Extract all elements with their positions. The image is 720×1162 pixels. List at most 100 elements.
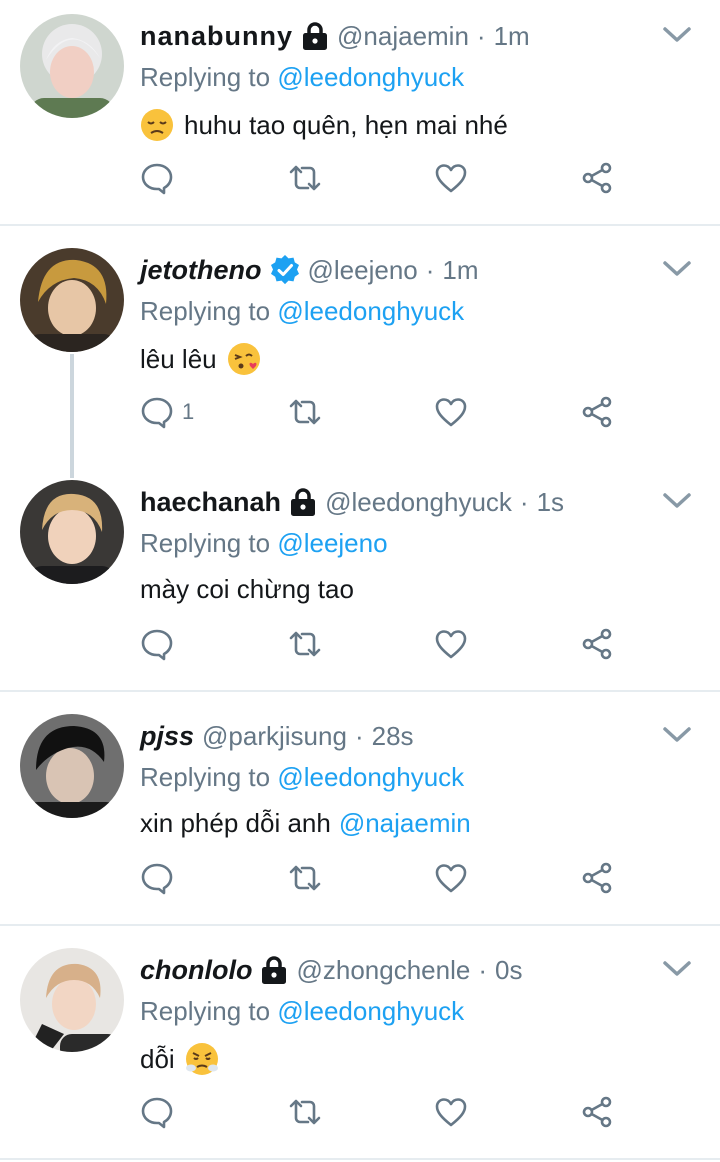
share-icon: [582, 396, 612, 428]
tweet-text-content: dỗi: [140, 1043, 175, 1074]
tweet[interactable]: nanabunny @najaemin · 1m Replying to @le…: [0, 0, 720, 224]
heart-icon: [435, 630, 467, 659]
avatar[interactable]: [20, 480, 124, 584]
user-handle[interactable]: @zhongchenle: [296, 955, 470, 986]
share-icon: [582, 1096, 612, 1128]
chevron-down-icon[interactable]: [662, 958, 692, 980]
separator-dot: ·: [354, 720, 364, 751]
display-name[interactable]: jetotheno: [140, 255, 262, 286]
chevron-down-icon[interactable]: [662, 24, 692, 46]
user-handle[interactable]: @parkjisung: [202, 721, 347, 752]
replying-to: Replying to @leedonghyuck: [140, 762, 464, 793]
divider: [0, 690, 720, 692]
avatar[interactable]: [20, 948, 124, 1052]
reply-icon: [141, 1097, 173, 1129]
timestamp[interactable]: 1m: [442, 255, 478, 286]
reply-mention[interactable]: @leejeno: [277, 528, 387, 558]
like-button[interactable]: [434, 392, 468, 432]
pensive-face-emoji: [140, 108, 174, 142]
retweet-button[interactable]: [288, 392, 322, 432]
divider: [0, 1158, 720, 1160]
display-name[interactable]: pjss: [140, 721, 194, 752]
tweet[interactable]: haechanah @leedonghyuck · 1s Replying to…: [0, 466, 720, 690]
tweet-text: huhu tao quên, hẹn mai nhé: [140, 108, 508, 142]
reply-button[interactable]: [140, 858, 182, 898]
tweet-header: chonlolo @zhongchenle · 0s: [140, 950, 522, 990]
avatar[interactable]: [20, 248, 124, 352]
replying-to: Replying to @leejeno: [140, 528, 388, 559]
retweet-icon: [289, 399, 321, 425]
separator-dot: ·: [425, 254, 435, 285]
replying-label: Replying to: [140, 762, 271, 792]
retweet-icon: [289, 1099, 321, 1125]
chevron-down-icon[interactable]: [662, 490, 692, 512]
replying-to: Replying to @leedonghyuck: [140, 62, 464, 93]
action-bar: 1: [140, 392, 640, 432]
share-button[interactable]: [580, 624, 614, 664]
user-handle[interactable]: @leejeno: [308, 255, 418, 286]
action-bar: [140, 624, 640, 664]
reply-mention[interactable]: @leedonghyuck: [277, 762, 464, 792]
reply-icon: [141, 397, 173, 429]
action-bar: [140, 858, 640, 898]
like-button[interactable]: [434, 158, 468, 198]
like-button[interactable]: [434, 858, 468, 898]
avatar[interactable]: [20, 14, 124, 118]
retweet-icon: [289, 865, 321, 891]
thread-line: [70, 354, 74, 478]
tweet-header: haechanah @leedonghyuck · 1s: [140, 482, 564, 522]
reply-count: 1: [182, 399, 195, 424]
retweet-button[interactable]: [288, 1092, 322, 1132]
share-button[interactable]: [580, 158, 614, 198]
retweet-button[interactable]: [288, 624, 322, 664]
reply-button[interactable]: [140, 1092, 182, 1132]
share-button[interactable]: [580, 392, 614, 432]
display-name[interactable]: haechanah: [140, 487, 281, 518]
reply-mention[interactable]: @leedonghyuck: [277, 296, 464, 326]
timestamp[interactable]: 1m: [494, 21, 530, 52]
retweet-icon: [289, 165, 321, 191]
replying-label: Replying to: [140, 528, 271, 558]
tweet-text: xin phép dỗi anh @najaemin: [140, 808, 471, 839]
tweet[interactable]: pjss @parkjisung · 28s Replying to @leed…: [0, 700, 720, 924]
avatar[interactable]: [20, 714, 124, 818]
heart-icon: [435, 864, 467, 893]
replying-label: Replying to: [140, 62, 271, 92]
display-name[interactable]: chonlolo: [140, 955, 252, 986]
separator-dot: ·: [519, 486, 529, 517]
reply-mention[interactable]: @leedonghyuck: [277, 62, 464, 92]
tweet[interactable]: jetotheno @leejeno · 1m Replying to @lee…: [0, 234, 720, 458]
reply-button[interactable]: 1: [140, 392, 194, 432]
tweet[interactable]: chonlolo @zhongchenle · 0s Replying to @…: [0, 934, 720, 1158]
text-mention[interactable]: @najaemin: [339, 808, 471, 839]
separator-dot: ·: [476, 20, 486, 51]
divider: [0, 924, 720, 926]
chevron-down-icon[interactable]: [662, 724, 692, 746]
timestamp[interactable]: 1s: [537, 487, 564, 518]
lock-icon: [260, 955, 288, 985]
lock-icon: [301, 21, 329, 51]
chevron-down-icon[interactable]: [662, 258, 692, 280]
retweet-button[interactable]: [288, 858, 322, 898]
heart-icon: [435, 398, 467, 427]
display-name[interactable]: nanabunny: [140, 21, 293, 52]
timestamp[interactable]: 0s: [495, 955, 522, 986]
like-button[interactable]: [434, 1092, 468, 1132]
reply-icon: [141, 863, 173, 895]
user-handle[interactable]: @najaemin: [337, 21, 469, 52]
replying-to: Replying to @leedonghyuck: [140, 996, 464, 1027]
separator-dot: ·: [478, 954, 488, 985]
reply-button[interactable]: [140, 624, 182, 664]
reply-mention[interactable]: @leedonghyuck: [277, 996, 464, 1026]
share-button[interactable]: [580, 858, 614, 898]
share-button[interactable]: [580, 1092, 614, 1132]
user-handle[interactable]: @leedonghyuck: [325, 487, 512, 518]
reply-icon: [141, 629, 173, 661]
timestamp[interactable]: 28s: [372, 721, 414, 752]
tweet-header: pjss @parkjisung · 28s: [140, 716, 414, 756]
reply-icon: [141, 163, 173, 195]
reply-button[interactable]: [140, 158, 182, 198]
tweet-header: nanabunny @najaemin · 1m: [140, 16, 530, 56]
like-button[interactable]: [434, 624, 468, 664]
retweet-button[interactable]: [288, 158, 322, 198]
